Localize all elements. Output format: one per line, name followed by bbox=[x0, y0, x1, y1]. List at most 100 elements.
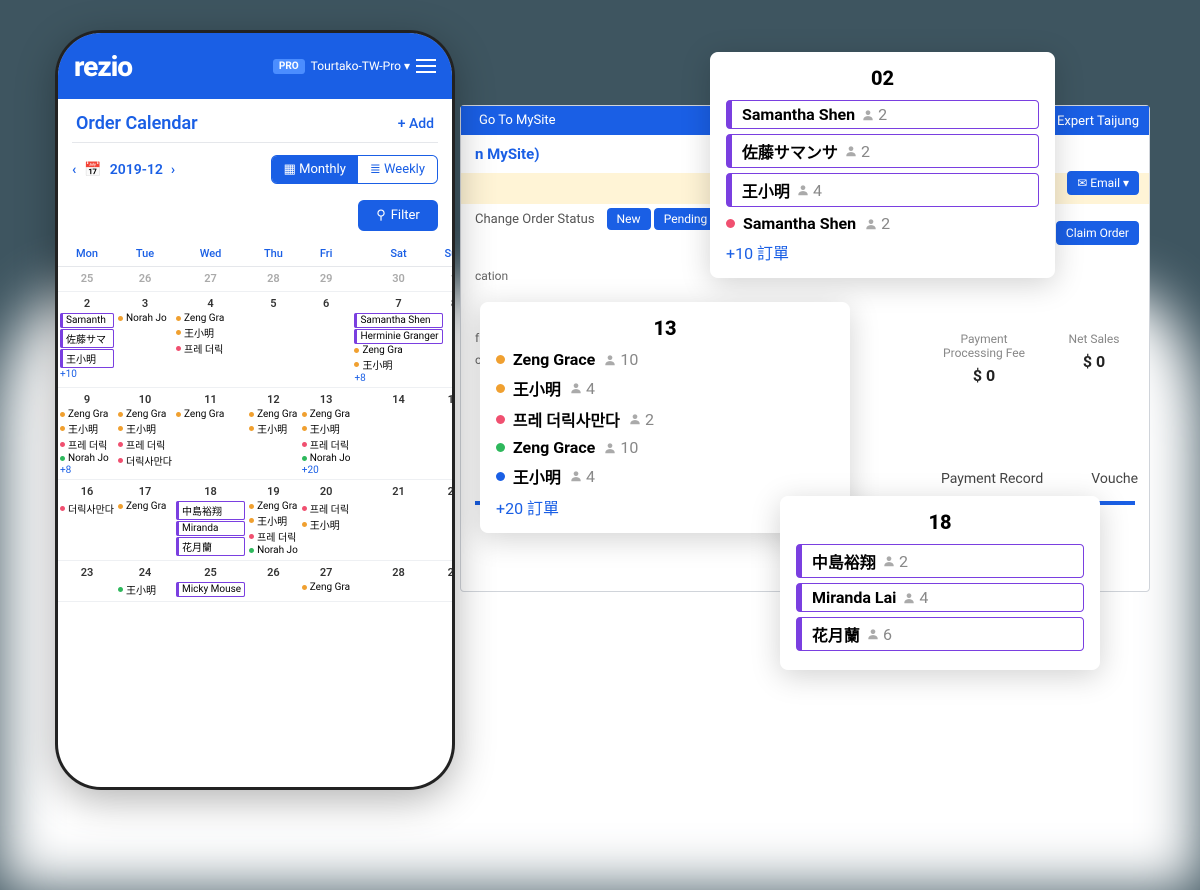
order-row[interactable]: Norah Jo bbox=[60, 453, 114, 464]
order-row[interactable]: 더릭사만다 bbox=[118, 453, 172, 468]
status-button[interactable]: New bbox=[607, 208, 651, 230]
order-chip[interactable]: Miranda Lai4 bbox=[796, 583, 1084, 612]
status-button[interactable]: Pending bbox=[654, 208, 718, 230]
order-chip[interactable]: 佐藤サマ bbox=[60, 329, 114, 348]
order-row[interactable]: Samantha Shen 2 bbox=[726, 214, 1039, 233]
order-row[interactable]: 王小明 bbox=[118, 582, 172, 597]
order-chip[interactable]: Herminie Granger bbox=[354, 329, 442, 344]
calendar-cell[interactable]: 3Norah Jo bbox=[116, 292, 174, 388]
order-chip[interactable]: 王小明 bbox=[60, 349, 114, 368]
filter-button[interactable]: ⚲ Filter bbox=[358, 200, 438, 231]
calendar-cell[interactable]: 24王小明 bbox=[116, 561, 174, 602]
order-row[interactable]: 프레 더릭 bbox=[118, 437, 172, 452]
calendar-cell[interactable]: 28 bbox=[247, 267, 300, 292]
order-row[interactable]: Zeng Gra bbox=[176, 409, 245, 420]
calendar-cell[interactable]: 30 bbox=[352, 267, 444, 292]
calendar-cell[interactable]: 28 bbox=[352, 561, 444, 602]
calendar-cell[interactable]: 18中島裕翔Miranda花月蘭 bbox=[174, 480, 247, 561]
view-weekly[interactable]: ≣ Weekly bbox=[358, 156, 437, 183]
order-row[interactable]: Zeng Gra bbox=[118, 501, 172, 512]
order-row[interactable]: Zeng Gra bbox=[249, 409, 298, 420]
order-row[interactable]: 더릭사만다 bbox=[60, 501, 114, 516]
calendar-cell[interactable]: 20프레 더릭王小明 bbox=[300, 480, 353, 561]
order-row[interactable]: 王小明 bbox=[249, 421, 298, 436]
order-row[interactable]: 王小明4 bbox=[496, 464, 834, 488]
calendar-cell[interactable]: 13Zeng Gra王小明프레 더릭Norah Jo+20 bbox=[300, 388, 353, 480]
calendar-cell[interactable]: 19Zeng Gra王小明프레 더릭Norah Jo bbox=[247, 480, 300, 561]
calendar-cell[interactable]: 16더릭사만다 bbox=[58, 480, 116, 561]
calendar-cell[interactable]: 1 bbox=[445, 267, 455, 292]
calendar-cell[interactable]: 27Zeng Gra bbox=[300, 561, 353, 602]
order-chip[interactable]: Samanth bbox=[60, 313, 114, 328]
order-row[interactable]: Zeng Gra bbox=[176, 313, 245, 324]
calendar-cell[interactable]: 10Zeng Gra王小明프레 더릭더릭사만다 bbox=[116, 388, 174, 480]
calendar-cell[interactable]: 29 bbox=[300, 267, 353, 292]
order-row[interactable]: 王小明 bbox=[118, 421, 172, 436]
order-row[interactable]: 프레 더릭 bbox=[302, 501, 351, 516]
next-month-button[interactable]: › bbox=[171, 162, 175, 178]
claim-order-button[interactable]: Claim Order bbox=[1056, 221, 1139, 245]
order-row[interactable]: 王小明 bbox=[302, 517, 351, 532]
tab-payment-record[interactable]: Payment Record bbox=[941, 471, 1043, 487]
add-button[interactable]: + Add bbox=[398, 116, 434, 132]
calendar-cell[interactable]: 15 bbox=[445, 388, 455, 480]
calendar-cell[interactable]: 23 bbox=[58, 561, 116, 602]
order-row[interactable]: Norah Jo bbox=[302, 453, 351, 464]
order-row[interactable]: Norah Jo bbox=[118, 313, 172, 324]
current-month[interactable]: 2019-12 bbox=[110, 162, 163, 178]
calendar-cell[interactable]: 4Zeng Gra王小明프레 더릭 bbox=[174, 292, 247, 388]
calendar-cell[interactable]: 8 bbox=[445, 292, 455, 388]
order-row[interactable]: 王小明4 bbox=[496, 376, 834, 400]
order-chip[interactable]: Samantha Shen bbox=[354, 313, 442, 328]
order-row[interactable]: Zeng Gra bbox=[302, 582, 351, 593]
calendar-cell[interactable]: 22 bbox=[445, 480, 455, 561]
order-row[interactable]: Zeng Gra bbox=[118, 409, 172, 420]
order-row[interactable]: Norah Jo bbox=[249, 545, 298, 556]
order-chip[interactable]: 花月蘭 bbox=[176, 537, 245, 556]
order-row[interactable]: 王小明 bbox=[249, 513, 298, 528]
order-row[interactable]: Zeng Gra bbox=[249, 501, 298, 512]
order-row[interactable]: Zeng Gra bbox=[60, 409, 114, 420]
order-row[interactable]: 王小明 bbox=[60, 421, 114, 436]
email-button[interactable]: ✉ Email ▾ bbox=[1067, 171, 1139, 195]
order-chip[interactable]: Samantha Shen2 bbox=[726, 100, 1039, 129]
menu-icon[interactable] bbox=[416, 59, 436, 73]
order-row[interactable]: 프레 더릭 bbox=[60, 437, 114, 452]
calendar-cell[interactable]: 26 bbox=[247, 561, 300, 602]
view-segmented-control[interactable]: ▦ Monthly ≣ Weekly bbox=[271, 155, 438, 184]
order-chip[interactable]: 佐藤サマンサ2 bbox=[726, 134, 1039, 168]
calendar-cell[interactable]: 14 bbox=[352, 388, 444, 480]
goto-mysite-link[interactable]: Go To MySite bbox=[479, 113, 556, 128]
order-row[interactable]: Zeng Grace10 bbox=[496, 350, 834, 369]
more-link[interactable]: +8 bbox=[354, 373, 442, 384]
calendar-cell[interactable]: 29 bbox=[445, 561, 455, 602]
order-chip[interactable]: 花月蘭6 bbox=[796, 617, 1084, 651]
org-selector[interactable]: Tourtako-TW-Pro ▾ bbox=[311, 59, 410, 73]
order-row[interactable]: 프레 더릭 bbox=[249, 529, 298, 544]
calendar-cell[interactable]: 2Samanth佐藤サマ王小明+10 bbox=[58, 292, 116, 388]
order-row[interactable]: 王小明 bbox=[354, 357, 442, 372]
tab-voucher[interactable]: Vouche bbox=[1091, 471, 1138, 487]
order-chip[interactable]: 中島裕翔 bbox=[176, 501, 245, 520]
more-link[interactable]: +20 bbox=[302, 465, 351, 476]
calendar-cell[interactable]: 21 bbox=[352, 480, 444, 561]
calendar-cell[interactable]: 17Zeng Gra bbox=[116, 480, 174, 561]
calendar-cell[interactable]: 27 bbox=[174, 267, 247, 292]
calendar-cell[interactable]: 7Samantha ShenHerminie GrangerZeng Gra王小… bbox=[352, 292, 444, 388]
order-row[interactable]: 王小明 bbox=[302, 421, 351, 436]
calendar-cell[interactable]: 11Zeng Gra bbox=[174, 388, 247, 480]
calendar-cell[interactable]: 12Zeng Gra王小明 bbox=[247, 388, 300, 480]
view-monthly[interactable]: ▦ Monthly bbox=[272, 156, 358, 183]
calendar-cell[interactable]: 9Zeng Gra王小明프레 더릭Norah Jo+8 bbox=[58, 388, 116, 480]
order-row[interactable]: Zeng Gra bbox=[302, 409, 351, 420]
order-row[interactable]: 프레 더릭 bbox=[176, 341, 245, 356]
calendar-cell[interactable]: 5 bbox=[247, 292, 300, 388]
prev-month-button[interactable]: ‹ bbox=[72, 162, 76, 178]
order-row[interactable]: Zeng Grace10 bbox=[496, 438, 834, 457]
order-row[interactable]: Zeng Gra bbox=[354, 345, 442, 356]
order-row[interactable]: 프레 더릭사만다2 bbox=[496, 407, 834, 431]
order-row[interactable]: 프레 더릭 bbox=[302, 437, 351, 452]
calendar-cell[interactable]: 6 bbox=[300, 292, 353, 388]
calendar-icon[interactable]: 📅 bbox=[84, 162, 101, 178]
order-row[interactable]: 王小明 bbox=[176, 325, 245, 340]
